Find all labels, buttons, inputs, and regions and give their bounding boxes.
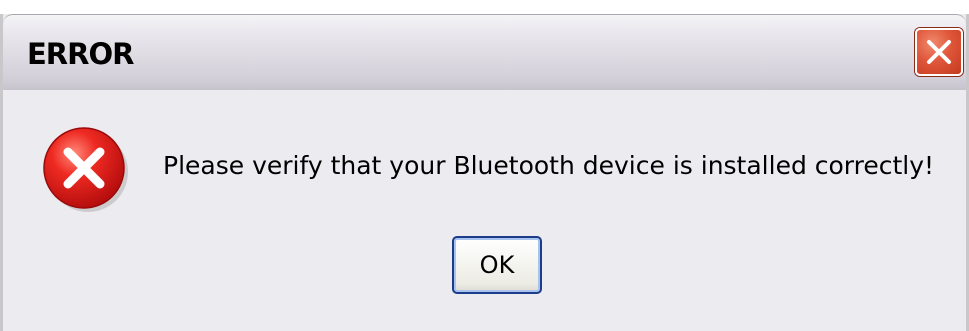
window-title: ERROR bbox=[27, 37, 134, 71]
dialog-body: Please verify that your Bluetooth device… bbox=[3, 90, 966, 331]
ok-button[interactable]: OK bbox=[452, 236, 542, 294]
error-icon bbox=[41, 125, 131, 215]
error-message: Please verify that your Bluetooth device… bbox=[163, 151, 935, 180]
close-button[interactable] bbox=[915, 28, 963, 76]
error-dialog: ERROR Please verify that your Bluetooth … bbox=[0, 14, 969, 331]
title-bar[interactable]: ERROR bbox=[3, 14, 966, 90]
